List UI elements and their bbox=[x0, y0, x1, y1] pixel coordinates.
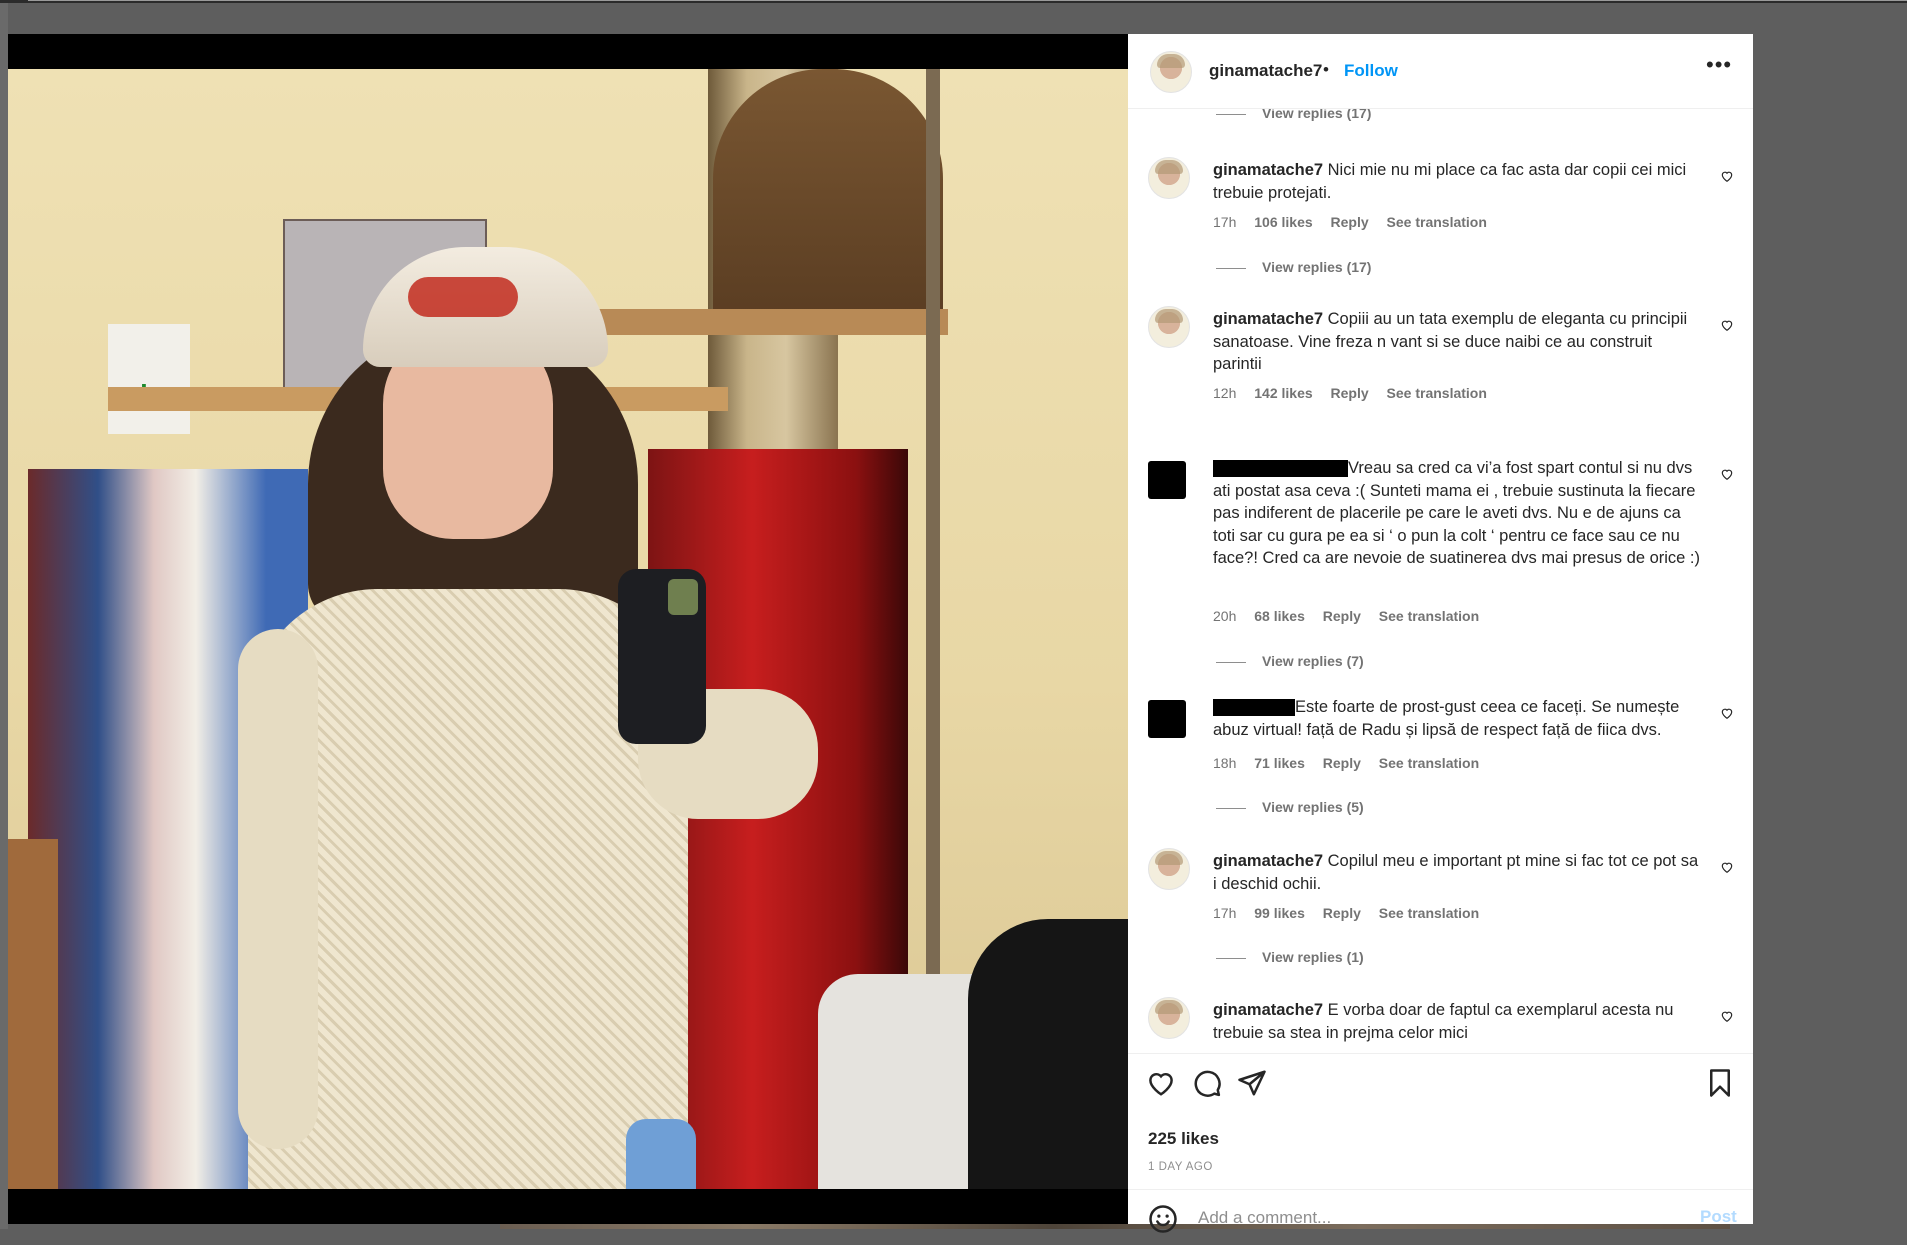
comment-body: Este foarte de prost-gust ceea ce faceți… bbox=[1213, 696, 1703, 741]
comment-time[interactable]: 20h bbox=[1213, 608, 1236, 624]
comment-time[interactable]: 17h bbox=[1213, 905, 1236, 921]
comment-meta: 20h 68 likes Reply See translation bbox=[1213, 608, 1493, 624]
comment-likes[interactable]: 142 likes bbox=[1254, 385, 1312, 401]
comment-input[interactable] bbox=[1196, 1202, 1670, 1234]
heart-icon[interactable] bbox=[1720, 318, 1734, 332]
comment-time[interactable]: 18h bbox=[1213, 755, 1236, 771]
comment-icon[interactable] bbox=[1192, 1068, 1222, 1098]
heart-icon[interactable] bbox=[1720, 1009, 1734, 1023]
comments-list[interactable]: View replies (17) ginamatache7 Nici mie … bbox=[1128, 109, 1753, 1053]
avatar[interactable] bbox=[1148, 997, 1190, 1039]
avatar[interactable] bbox=[1148, 306, 1190, 348]
follow-button[interactable]: Follow bbox=[1344, 61, 1398, 81]
view-replies-link[interactable]: View replies (1) bbox=[1216, 949, 1364, 965]
comment-likes[interactable]: 71 likes bbox=[1254, 755, 1305, 771]
photo-phone bbox=[618, 569, 706, 744]
separator-dot: • bbox=[1323, 60, 1329, 79]
see-translation-button[interactable]: See translation bbox=[1379, 608, 1479, 624]
emoji-icon[interactable] bbox=[1148, 1204, 1178, 1234]
post-photo[interactable] bbox=[8, 69, 1128, 1189]
see-translation-button[interactable]: See translation bbox=[1387, 385, 1487, 401]
comment-likes[interactable]: 106 likes bbox=[1254, 214, 1312, 230]
more-horizontal-icon[interactable]: ••• bbox=[1706, 52, 1732, 78]
view-replies-link[interactable]: View replies (17) bbox=[1216, 109, 1371, 121]
heart-icon[interactable] bbox=[1720, 169, 1734, 183]
comment-username[interactable]: ginamatache7 bbox=[1213, 1001, 1323, 1019]
comment-username[interactable]: ginamatache7 bbox=[1213, 852, 1323, 870]
heart-icon[interactable] bbox=[1720, 467, 1734, 481]
comment-meta: 17h 99 likes Reply See translation bbox=[1213, 905, 1493, 921]
post-actions: 225 likes 1 DAY AGO Post bbox=[1128, 1053, 1753, 1234]
likes-count[interactable]: 225 likes bbox=[1148, 1129, 1219, 1149]
redacted-username bbox=[1213, 699, 1295, 717]
photo-first-aid-kit bbox=[108, 324, 190, 434]
redacted-username bbox=[1213, 460, 1348, 478]
comment-time[interactable]: 17h bbox=[1213, 214, 1236, 230]
background-strip bbox=[0, 3, 8, 1229]
view-replies-link[interactable]: View replies (17) bbox=[1216, 259, 1371, 275]
heart-icon[interactable] bbox=[1720, 860, 1734, 874]
photo-water-bottle bbox=[626, 1119, 696, 1189]
reply-button[interactable]: Reply bbox=[1331, 385, 1369, 401]
heart-icon[interactable] bbox=[1146, 1068, 1176, 1098]
see-translation-button[interactable]: See translation bbox=[1379, 905, 1479, 921]
post-modal: ginamatache7 • Follow ••• View replies (… bbox=[8, 34, 1753, 1234]
photo-chair bbox=[8, 839, 58, 1189]
avatar[interactable] bbox=[1150, 51, 1192, 93]
view-replies-link[interactable]: View replies (5) bbox=[1216, 799, 1364, 815]
add-comment-bar: Post bbox=[1128, 1189, 1753, 1245]
post-side-panel: ginamatache7 • Follow ••• View replies (… bbox=[1128, 34, 1753, 1234]
comment-likes[interactable]: 68 likes bbox=[1254, 608, 1305, 624]
post-header: ginamatache7 • Follow ••• bbox=[1128, 34, 1753, 109]
post-username[interactable]: ginamatache7 bbox=[1209, 61, 1322, 81]
comment-meta: 17h 106 likes Reply See translation bbox=[1213, 214, 1501, 230]
comment-meta: 18h 71 likes Reply See translation bbox=[1213, 755, 1493, 771]
avatar-redacted bbox=[1148, 461, 1186, 499]
reply-button[interactable]: Reply bbox=[1323, 905, 1361, 921]
comment-body: ginamatache7 Copilul meu e important pt … bbox=[1213, 850, 1703, 895]
avatar-redacted bbox=[1148, 700, 1186, 738]
post-comment-button[interactable]: Post bbox=[1700, 1207, 1737, 1227]
comment-meta: 12h 142 likes Reply See translation bbox=[1213, 385, 1501, 401]
see-translation-button[interactable]: See translation bbox=[1387, 214, 1487, 230]
bookmark-icon[interactable] bbox=[1705, 1068, 1735, 1098]
comment-body: ginamatache7 Nici mie nu mi place ca fac… bbox=[1213, 159, 1703, 204]
photo-black-jacket bbox=[968, 919, 1128, 1189]
reply-button[interactable]: Reply bbox=[1323, 755, 1361, 771]
see-translation-button[interactable]: See translation bbox=[1379, 755, 1479, 771]
reply-button[interactable]: Reply bbox=[1323, 608, 1361, 624]
photo-shelf-right bbox=[598, 309, 948, 335]
window-top-highlight bbox=[28, 0, 1907, 1]
post-timestamp[interactable]: 1 DAY AGO bbox=[1148, 1161, 1213, 1173]
share-icon[interactable] bbox=[1237, 1068, 1267, 1098]
avatar[interactable] bbox=[1148, 848, 1190, 890]
photo-radio bbox=[713, 69, 943, 319]
post-media bbox=[8, 34, 1128, 1224]
heart-icon[interactable] bbox=[1720, 706, 1734, 720]
avatar[interactable] bbox=[1148, 157, 1190, 199]
comment-likes[interactable]: 99 likes bbox=[1254, 905, 1305, 921]
comment-username[interactable]: ginamatache7 bbox=[1213, 161, 1323, 179]
comment-body: ginamatache7 E vorba doar de faptul ca e… bbox=[1213, 999, 1703, 1044]
comment-username[interactable]: ginamatache7 bbox=[1213, 310, 1323, 328]
comment-time[interactable]: 12h bbox=[1213, 385, 1236, 401]
view-replies-link[interactable]: View replies (7) bbox=[1216, 653, 1364, 669]
comment-body: Vreau sa cred ca vi’a fost spart contul … bbox=[1213, 457, 1703, 570]
comment-body: ginamatache7 Copiii au un tata exemplu d… bbox=[1213, 308, 1703, 376]
photo-person-arm bbox=[238, 629, 318, 1149]
reply-button[interactable]: Reply bbox=[1331, 214, 1369, 230]
